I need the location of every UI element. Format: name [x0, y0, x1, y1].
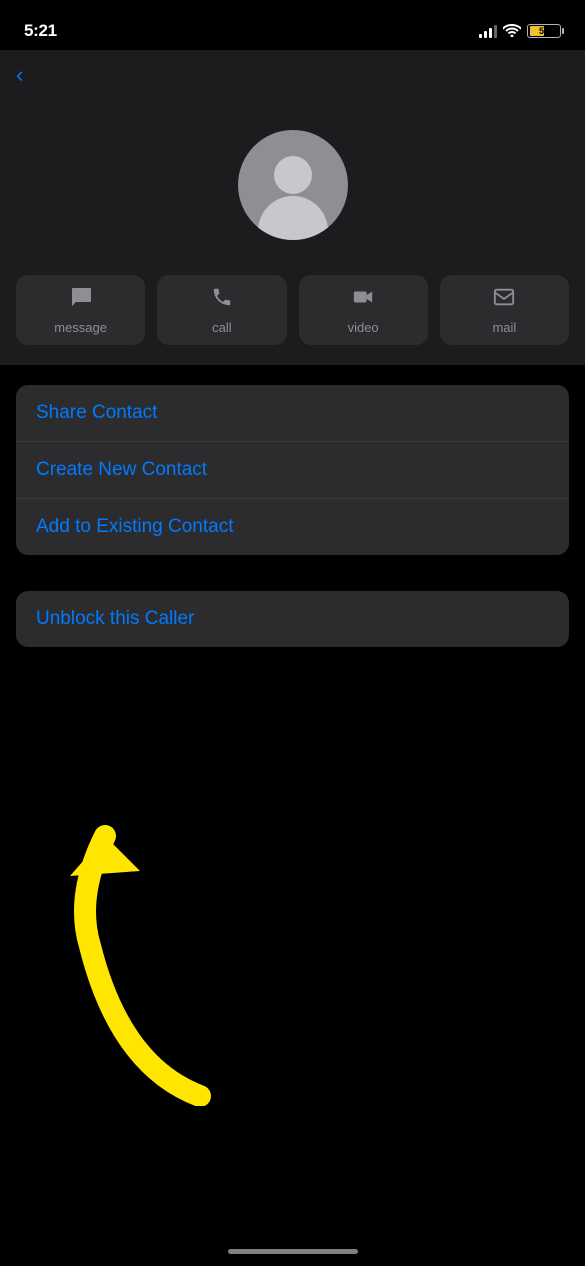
home-indicator	[228, 1249, 358, 1254]
avatar-head	[274, 156, 312, 194]
call-label: call	[212, 320, 232, 335]
share-contact-label: Share Contact	[36, 402, 157, 423]
arrow-annotation	[30, 786, 230, 1106]
back-button[interactable]: ‹	[16, 64, 23, 86]
call-icon	[211, 286, 233, 314]
status-bar: 5:21 50	[0, 0, 585, 50]
separator-2	[0, 555, 585, 575]
avatar-figure	[258, 156, 328, 240]
share-contact-item[interactable]: Share Contact	[16, 385, 569, 442]
video-button[interactable]: video	[299, 275, 428, 345]
add-to-existing-label: Add to Existing Contact	[36, 516, 234, 537]
unblock-caller-label: Unblock this Caller	[36, 608, 194, 629]
back-chevron-icon: ‹	[16, 64, 23, 86]
main-menu: Share Contact Create New Contact Add to …	[16, 385, 569, 555]
unblock-section: Unblock this Caller	[16, 591, 569, 647]
mail-label: mail	[492, 320, 516, 335]
add-to-existing-item[interactable]: Add to Existing Contact	[16, 499, 569, 555]
create-new-contact-label: Create New Contact	[36, 459, 207, 480]
signal-icon	[479, 24, 497, 38]
status-time: 5:21	[24, 21, 57, 41]
status-icons: 50	[479, 23, 561, 40]
call-button[interactable]: call	[157, 275, 286, 345]
wifi-icon	[503, 23, 521, 40]
mail-icon	[493, 286, 515, 314]
content-area: Share Contact Create New Contact Add to …	[0, 365, 585, 707]
message-icon	[70, 286, 92, 314]
video-label: video	[348, 320, 379, 335]
separator-1	[0, 365, 585, 385]
battery-icon: 50	[527, 24, 561, 38]
video-icon	[352, 286, 374, 314]
avatar	[238, 130, 348, 240]
action-buttons: message call video mail	[0, 275, 585, 365]
create-new-contact-item[interactable]: Create New Contact	[16, 442, 569, 499]
mail-button[interactable]: mail	[440, 275, 569, 345]
avatar-section	[0, 100, 585, 275]
avatar-body	[258, 196, 328, 240]
unblock-caller-item[interactable]: Unblock this Caller	[16, 591, 569, 647]
message-button[interactable]: message	[16, 275, 145, 345]
message-label: message	[54, 320, 107, 335]
nav-bar: ‹	[0, 50, 585, 100]
